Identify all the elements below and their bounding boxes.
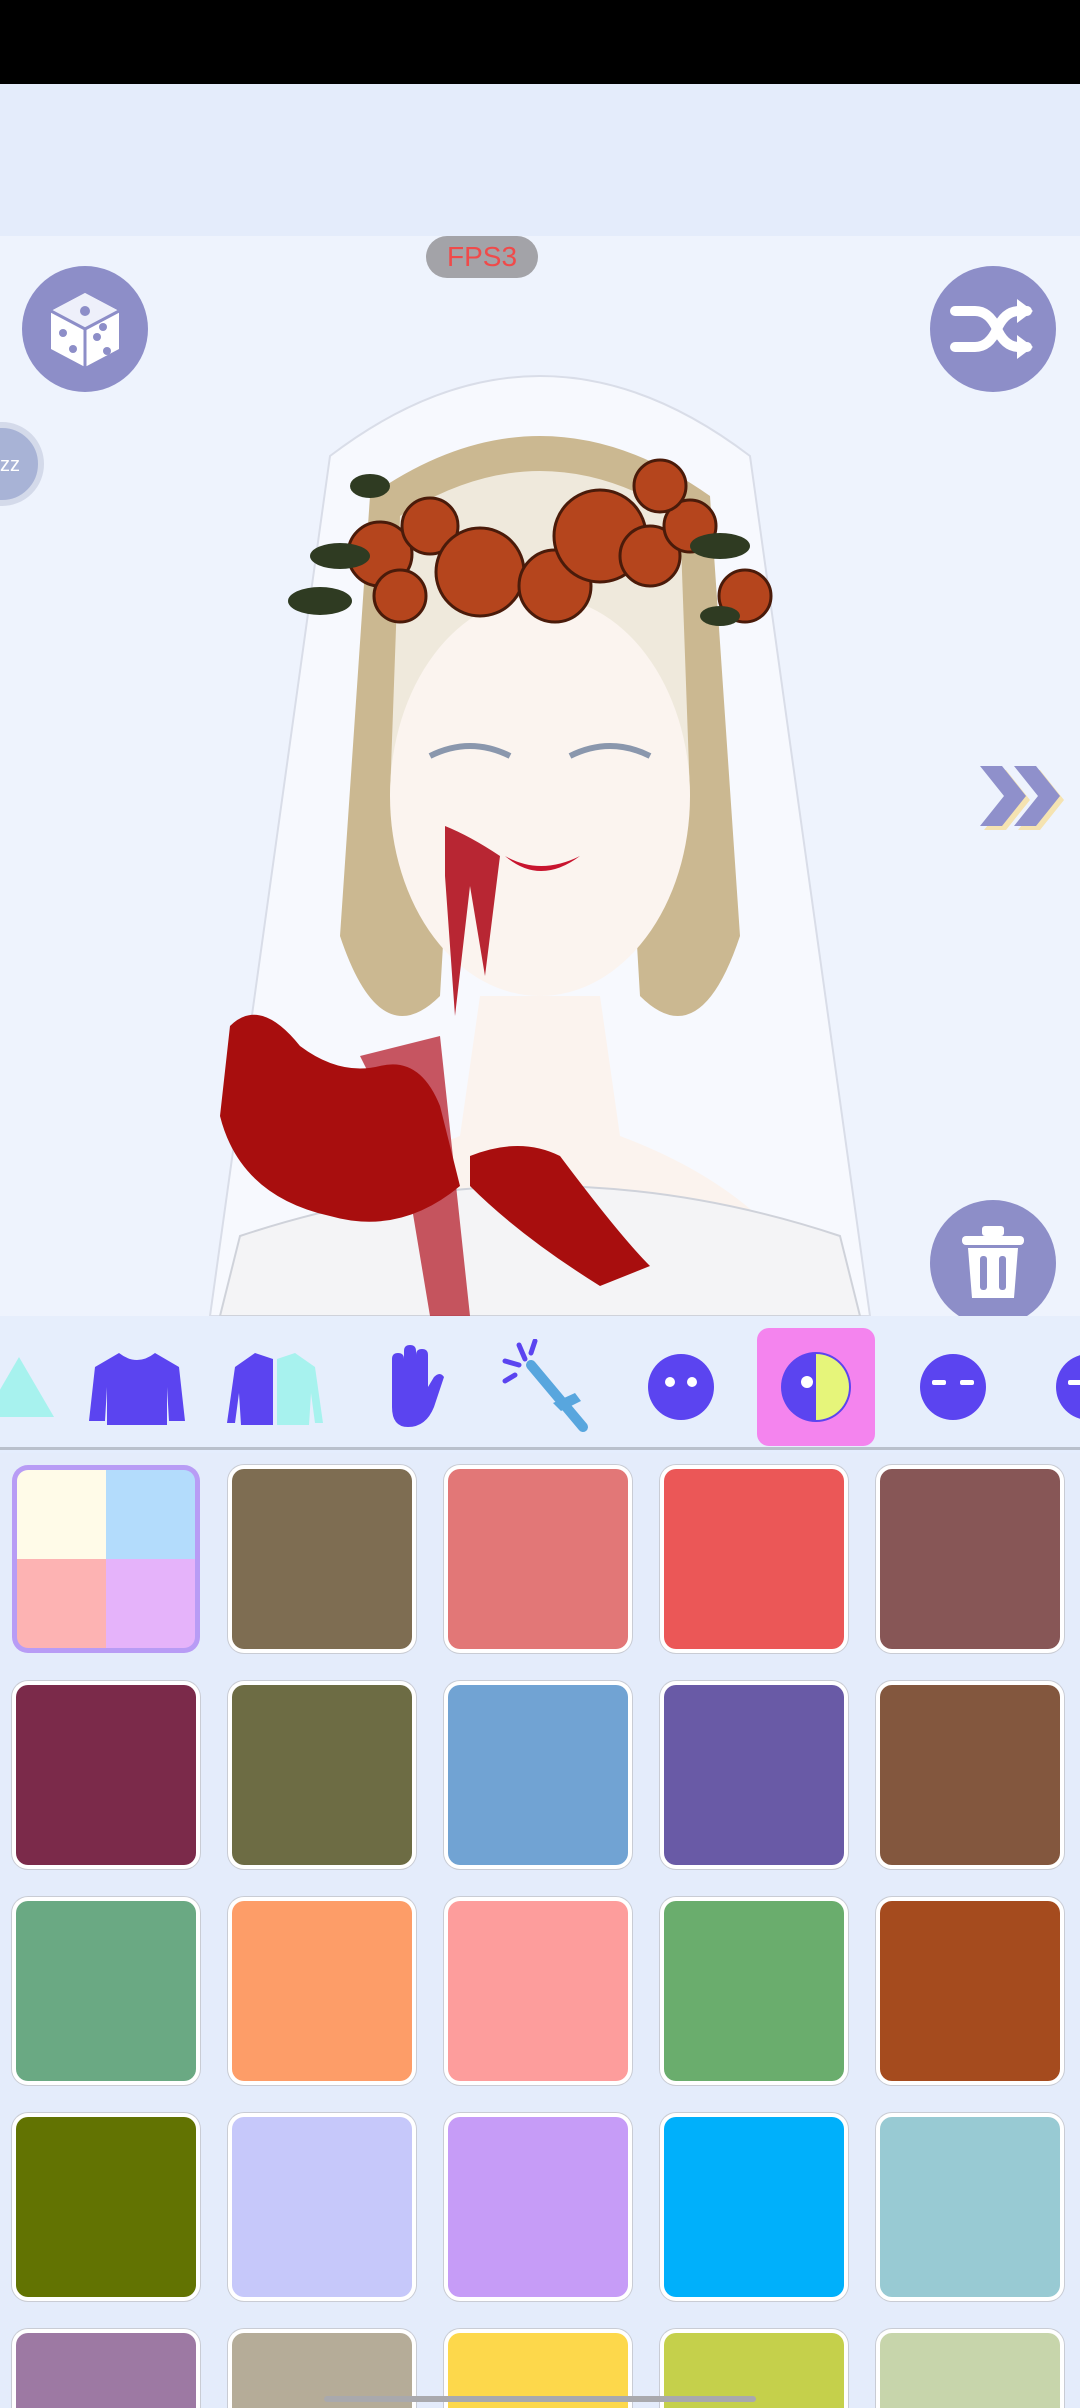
- hand-icon: [392, 1345, 444, 1427]
- swatch-fill: [448, 1469, 628, 1649]
- multicolor-grid: [17, 1470, 195, 1648]
- multicolor-quadrant: [17, 1470, 106, 1559]
- multicolor-quadrant: [17, 1559, 106, 1648]
- swatch-fill: [448, 1685, 628, 1865]
- color-swatch[interactable]: [444, 1465, 632, 1653]
- color-swatch[interactable]: [660, 1681, 848, 1869]
- category-colors[interactable]: [757, 1328, 875, 1446]
- face-icon: [648, 1354, 714, 1420]
- color-mix-icon: [781, 1352, 851, 1422]
- ad-banner-area: [0, 84, 1080, 236]
- category-face[interactable]: [622, 1328, 740, 1446]
- color-swatch[interactable]: [228, 1465, 416, 1653]
- swatch-fill: [880, 2333, 1060, 2408]
- swatch-fill: [448, 1901, 628, 2081]
- swatch-fill: [880, 1469, 1060, 1649]
- category-shape[interactable]: [0, 1328, 78, 1446]
- swatch-fill: [16, 1685, 196, 1865]
- delete-button[interactable]: [930, 1200, 1056, 1326]
- color-swatch[interactable]: [12, 1681, 200, 1869]
- color-swatch[interactable]: [12, 2329, 200, 2408]
- shuffle-icon: [950, 299, 1033, 359]
- color-palette: [0, 1453, 1080, 2408]
- swatch-fill: [880, 1685, 1060, 1865]
- color-swatch[interactable]: [876, 1681, 1064, 1869]
- category-hands[interactable]: [354, 1328, 472, 1446]
- category-accessories[interactable]: [490, 1328, 608, 1446]
- category-tops[interactable]: [78, 1328, 196, 1446]
- color-swatch[interactable]: [660, 1465, 848, 1653]
- character-illustration: [208, 375, 872, 1316]
- swatch-fill: [16, 2117, 196, 2297]
- color-swatch[interactable]: [12, 2113, 200, 2301]
- status-bar: [0, 0, 1080, 84]
- swatch-fill: [448, 2117, 628, 2297]
- swatch-fill: [232, 1685, 412, 1865]
- dice-icon: [50, 293, 120, 367]
- shuffle-button[interactable]: [930, 266, 1056, 392]
- category-toolbar: [0, 1316, 1080, 1450]
- swatch-fill: [664, 1469, 844, 1649]
- swatch-fill: [232, 1901, 412, 2081]
- swatch-fill: [16, 2333, 196, 2408]
- fps-counter: FPS3: [426, 236, 538, 278]
- color-swatch[interactable]: [228, 1681, 416, 1869]
- category-eyes[interactable]: [894, 1328, 1012, 1446]
- category-mouth[interactable]: [1030, 1328, 1080, 1446]
- multicolor-quadrant: [106, 1559, 195, 1648]
- color-swatch[interactable]: [444, 1681, 632, 1869]
- color-swatch[interactable]: [876, 2329, 1064, 2408]
- swatch-fill: [880, 1901, 1060, 2081]
- mouth-icon: [1056, 1355, 1080, 1419]
- color-swatch[interactable]: [660, 2113, 848, 2301]
- swatch-fill: [664, 1901, 844, 2081]
- wand-icon: [502, 1339, 588, 1432]
- double-chevron-right-icon: [980, 766, 1064, 830]
- multicolor-quadrant: [106, 1470, 195, 1559]
- next-page-arrow[interactable]: [976, 762, 1066, 837]
- swatch-fill: [664, 1685, 844, 1865]
- random-dice-button[interactable]: [22, 266, 148, 392]
- swatch-fill: [16, 1901, 196, 2081]
- swatch-fill: [232, 2117, 412, 2297]
- color-swatch[interactable]: [228, 2113, 416, 2301]
- color-swatch[interactable]: [444, 2113, 632, 2301]
- eyes-icon: [920, 1354, 986, 1420]
- swatch-fill: [232, 1469, 412, 1649]
- category-outerwear[interactable]: [216, 1328, 334, 1446]
- sweater-icon: [89, 1353, 185, 1425]
- sleep-badge-label: zz: [0, 454, 20, 476]
- swatch-fill: [880, 2117, 1060, 2297]
- color-swatch[interactable]: [876, 2113, 1064, 2301]
- jacket-icon: [227, 1353, 323, 1425]
- color-swatch[interactable]: [444, 1897, 632, 2085]
- swatch-multicolor[interactable]: [12, 1465, 200, 1653]
- home-indicator[interactable]: [324, 2396, 756, 2402]
- color-swatch[interactable]: [228, 1897, 416, 2085]
- shape-icon: [0, 1357, 54, 1417]
- trash-icon: [962, 1226, 1024, 1298]
- color-swatch[interactable]: [876, 1465, 1064, 1653]
- character-preview: [0, 236, 1080, 1316]
- color-swatch[interactable]: [876, 1897, 1064, 2085]
- color-swatch[interactable]: [660, 1897, 848, 2085]
- color-swatch[interactable]: [12, 1897, 200, 2085]
- swatch-fill: [664, 2117, 844, 2297]
